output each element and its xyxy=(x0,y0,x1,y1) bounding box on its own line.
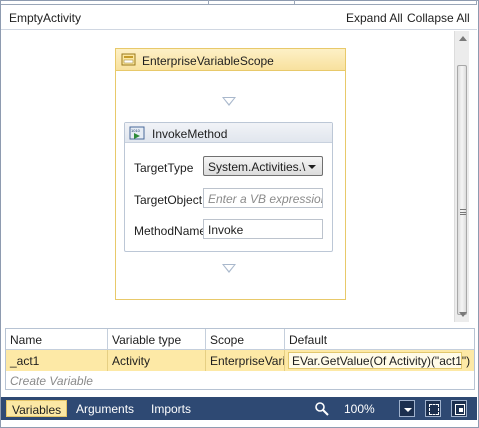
invoke-method-icon: 1010 xyxy=(129,126,145,140)
target-type-label: TargetType xyxy=(134,161,194,175)
drop-target-arrow-icon[interactable] xyxy=(222,97,236,106)
designer-header: EmptyActivity Expand All Collapse All xyxy=(1,5,477,30)
variable-default-cell[interactable]: EVar.GetValue(Of Activity)("act1") xyxy=(285,350,474,371)
zoom-level[interactable]: 100% xyxy=(344,402,375,416)
column-header-default[interactable]: Default xyxy=(285,329,474,350)
invoke-method-activity[interactable]: 1010 InvokeMethod TargetType System.Acti… xyxy=(124,122,333,252)
breadcrumb-title[interactable]: EmptyActivity xyxy=(9,11,81,25)
scrollbar-thumb[interactable] xyxy=(457,65,467,315)
scroll-down-icon[interactable] xyxy=(459,312,467,317)
tab-variables[interactable]: Variables xyxy=(6,400,68,417)
expand-all-button[interactable]: Expand All xyxy=(346,11,403,25)
column-header-name[interactable]: Name xyxy=(6,329,108,350)
column-header-scope[interactable]: Scope xyxy=(206,329,285,350)
method-name-value: Invoke xyxy=(208,223,244,237)
scope-title: EnterpriseVariableScope xyxy=(142,54,274,68)
default-value-input[interactable]: EVar.GetValue(Of Activity)("act1") xyxy=(288,352,470,369)
tab-imports[interactable]: Imports xyxy=(146,400,196,417)
collapse-all-button[interactable]: Collapse All xyxy=(407,11,470,25)
scope-header[interactable]: EnterpriseVariableScope xyxy=(116,49,345,71)
fit-to-screen-icon[interactable] xyxy=(425,400,441,417)
designer-status-bar: Variables Arguments Imports 100% xyxy=(1,397,477,420)
table-row[interactable]: _act1 Activity EnterpriseVariableScope E… xyxy=(6,350,474,371)
method-name-input[interactable]: Invoke xyxy=(203,219,323,239)
drop-target-arrow-icon[interactable] xyxy=(222,264,236,273)
grid-header-row: Name Variable type Scope Default xyxy=(6,329,474,350)
variables-grid: Name Variable type Scope Default _act1 A… xyxy=(5,328,475,390)
target-object-label: TargetObject xyxy=(134,193,203,207)
variable-type-cell[interactable]: Activity xyxy=(108,350,206,371)
chevron-down-icon xyxy=(308,165,316,169)
invoke-method-title: InvokeMethod xyxy=(152,127,228,141)
target-type-dropdown[interactable]: System.Activities.\ xyxy=(203,156,323,176)
scroll-up-icon[interactable] xyxy=(459,36,467,41)
target-type-value: System.Activities.\ xyxy=(208,160,306,174)
zoom-dropdown-icon[interactable] xyxy=(399,400,415,417)
overview-map-icon[interactable] xyxy=(451,400,467,417)
scope-icon xyxy=(121,53,136,66)
tab-arguments[interactable]: Arguments xyxy=(71,400,139,417)
magnifier-icon[interactable] xyxy=(314,401,330,417)
create-variable-link[interactable]: Create Variable xyxy=(10,374,93,388)
variable-scope-cell[interactable]: EnterpriseVariableScope xyxy=(206,350,285,371)
invoke-method-header[interactable]: 1010 InvokeMethod xyxy=(125,123,332,143)
column-header-variable-type[interactable]: Variable type xyxy=(108,329,206,350)
method-name-label: MethodName xyxy=(134,224,207,238)
grip-icon xyxy=(460,209,466,215)
target-object-input[interactable]: Enter a VB expression xyxy=(203,188,323,208)
svg-text:1010: 1010 xyxy=(131,128,141,133)
target-object-placeholder: Enter a VB expression xyxy=(208,192,323,206)
variable-name-cell[interactable]: _act1 xyxy=(6,350,108,371)
vertical-scrollbar[interactable] xyxy=(454,31,469,322)
